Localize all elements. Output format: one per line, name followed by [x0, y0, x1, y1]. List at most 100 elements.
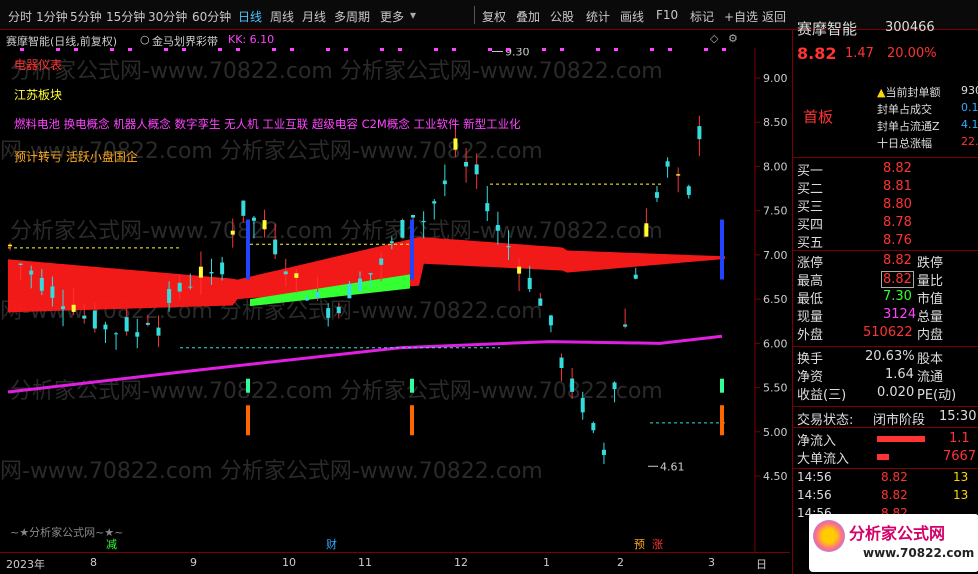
candle-body: [251, 217, 256, 221]
x-label: 3: [708, 556, 715, 569]
signal-bar: [246, 219, 250, 280]
tab-monthly[interactable]: 月线: [302, 8, 326, 25]
settings-icon[interactable]: ⚙: [728, 32, 738, 45]
current-price: 8.82: [797, 44, 837, 63]
stat-label: 跌停: [917, 256, 944, 271]
restore-right-button[interactable]: 复权: [482, 8, 506, 25]
candle-body: [697, 126, 702, 140]
candle-body: [676, 174, 681, 176]
stock-button[interactable]: 公股: [550, 8, 574, 25]
mark-button[interactable]: 标记: [690, 8, 714, 25]
candle-body: [623, 324, 628, 327]
top-marker: [290, 48, 294, 51]
trade-time: 15:30: [939, 409, 977, 424]
candle-body: [368, 273, 373, 275]
stat-label: 总量: [917, 310, 944, 325]
add-watchlist-button[interactable]: +自选: [724, 8, 758, 25]
indicator-name[interactable]: 金马划界彩带: [152, 33, 218, 49]
tab-5min[interactable]: 5分钟: [70, 8, 102, 25]
stats-button[interactable]: 统计: [586, 8, 610, 25]
stat-label: PE(动): [917, 388, 957, 403]
price-change-pct: 20.00%: [887, 46, 937, 61]
quote-panel: 赛摩智能 300466 8.82 1.47 20.00% 首板 ▲当前封单额 封…: [792, 20, 978, 574]
divider: [793, 346, 978, 347]
tick-volume: 13: [953, 488, 969, 502]
diamond-icon[interactable]: ◇: [710, 32, 718, 45]
stat-value: 3124: [883, 307, 917, 322]
candle-body: [686, 186, 691, 195]
trade-state-label: 交易状态:: [797, 413, 854, 428]
stat-label: 最低: [797, 292, 824, 307]
net-inflow-bar: [877, 436, 925, 442]
candle-body: [358, 278, 362, 291]
candle-body: [124, 317, 129, 332]
tick-volume: 13: [953, 470, 969, 484]
x-label: 2023年: [6, 558, 45, 571]
tab-1min[interactable]: 1分钟: [36, 8, 68, 25]
overlay-button[interactable]: 叠加: [516, 8, 540, 25]
top-marker: [236, 48, 240, 51]
bid-list: 买一 8.82 买二 8.81 买三 8.80 买四 8.78 买五 8.76: [793, 160, 978, 251]
tab-60min[interactable]: 60分钟: [192, 8, 231, 25]
bid-price: 8.82: [883, 161, 912, 176]
price-change: 1.47: [845, 46, 874, 61]
watermark-text: 分析家公式网-www.70822.com 分析家公式网-www.70822.co…: [10, 219, 663, 244]
stat-label: 现量: [797, 310, 824, 325]
tab-more[interactable]: 更多: [380, 8, 404, 25]
candle-body: [294, 273, 299, 278]
bid-price: 8.78: [883, 215, 912, 230]
bid-price: 8.76: [883, 233, 912, 248]
candle-body: [156, 327, 161, 336]
logo-text: 分析家公式网: [849, 524, 946, 543]
candle-body: [485, 203, 490, 212]
y-tick-label: 6.00: [763, 337, 788, 350]
candle-body: [601, 449, 606, 455]
candle-body: [421, 220, 426, 223]
kk-value: KK: 6.10: [228, 33, 275, 46]
candle-body: [326, 308, 331, 318]
y-tick-label: 8.00: [763, 160, 788, 173]
tab-multi-period[interactable]: 多周期: [334, 8, 370, 25]
tick-price: 8.82: [881, 488, 908, 502]
logo-url: www.70822.com: [863, 546, 975, 560]
tab-timeshare[interactable]: 分时: [8, 8, 32, 25]
signal-bar: [720, 378, 724, 393]
stat-label: 外盘: [797, 328, 824, 343]
top-marker: [434, 48, 438, 51]
first-board-label: 首板: [803, 108, 834, 126]
back-button[interactable]: 返回: [762, 8, 786, 25]
candle-body: [82, 315, 87, 319]
top-marker: [452, 48, 456, 51]
stat-value: 1.64: [885, 367, 914, 382]
f10-button[interactable]: F10: [656, 8, 678, 22]
signal-bar: [410, 405, 414, 436]
tab-30min[interactable]: 30分钟: [148, 8, 187, 25]
stat-label: 涨停: [797, 256, 824, 271]
draw-button[interactable]: 画线: [620, 8, 644, 25]
net-inflow-value: 1.1: [949, 431, 970, 446]
stat-value: 7.30: [883, 289, 912, 304]
candle-body: [612, 382, 617, 390]
seal-value: 0.12: [961, 101, 978, 114]
divider: [793, 427, 978, 428]
tab-daily[interactable]: 日线: [238, 8, 262, 25]
signal-bar: [246, 405, 250, 436]
tab-weekly[interactable]: 周线: [270, 8, 294, 25]
candle-body: [347, 283, 352, 299]
candle-body: [548, 315, 553, 326]
candle-body: [50, 286, 55, 298]
top-marker: [650, 48, 654, 51]
stat-label: 内盘: [917, 328, 944, 343]
big-inflow-label: 大单流入: [797, 452, 850, 467]
candle-body: [453, 138, 458, 150]
signal-bar: [246, 378, 250, 393]
candle-body: [654, 192, 659, 198]
candlestick-chart[interactable]: 分析家公式网-www.70822.com 分析家公式网-www.70822.co…: [0, 48, 790, 560]
x-label: 8: [90, 556, 97, 569]
chevron-down-icon[interactable]: ▾: [410, 8, 416, 22]
candle-body: [336, 306, 341, 314]
tab-15min[interactable]: 15分钟: [106, 8, 145, 25]
candle-body: [177, 282, 182, 292]
stat-value: 510622: [863, 325, 913, 340]
candle-body: [559, 357, 564, 369]
